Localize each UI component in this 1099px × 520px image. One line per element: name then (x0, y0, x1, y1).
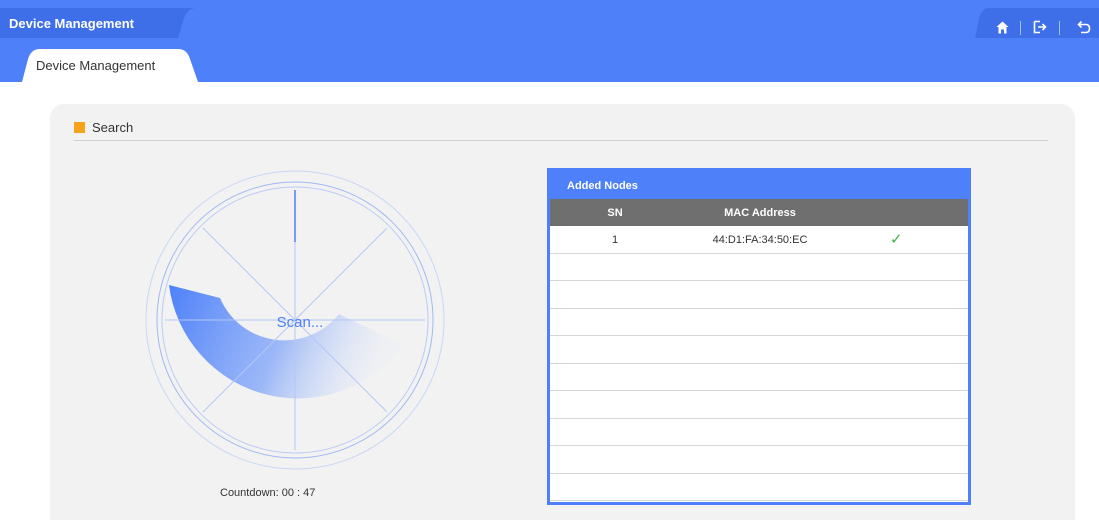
exit-icon[interactable] (1029, 16, 1051, 38)
added-nodes-table: Added Nodes SN MAC Address 1 44:D1:FA:34… (547, 168, 971, 505)
table-row (550, 364, 968, 391)
top-bar: Device Management Device Management (0, 0, 1099, 82)
table-header: SN MAC Address (550, 199, 968, 226)
table-row (550, 254, 968, 281)
table-row (550, 309, 968, 336)
section-divider (74, 140, 1048, 141)
top-right-toolbar (975, 8, 1099, 38)
table-row (550, 281, 968, 309)
tab-device-management[interactable]: Device Management (22, 49, 198, 82)
table-row (550, 474, 968, 501)
scan-status: Scan... (276, 314, 324, 331)
table-body: 1 44:D1:FA:34:50:EC ✓ (550, 226, 968, 501)
section-marker-icon (74, 121, 85, 133)
toolbar-divider (1020, 21, 1021, 35)
back-icon[interactable] (1073, 16, 1095, 38)
table-row (550, 391, 968, 419)
cell-sn: 1 (611, 234, 619, 246)
table-row (550, 419, 968, 446)
countdown-timer: Countdown: 00 : 47 (220, 487, 316, 499)
cell-mac-address: 44:D1:FA:34:50:EC (712, 234, 808, 246)
section-title: Search (92, 119, 134, 135)
home-icon[interactable] (991, 16, 1013, 38)
table-row[interactable]: 1 44:D1:FA:34:50:EC ✓ (550, 226, 968, 254)
table-row (550, 446, 968, 474)
column-header-mac-address: MAC Address (724, 207, 796, 219)
table-row (550, 336, 968, 364)
tab-label: Device Management (36, 58, 156, 73)
added-nodes-title: Added Nodes (550, 171, 968, 199)
app-title: Device Management (9, 16, 134, 31)
toolbar-divider (1059, 21, 1060, 35)
app: Device Management Device Management Sear… (0, 0, 1099, 520)
column-header-sn: SN (607, 207, 623, 219)
check-icon: ✓ (890, 231, 903, 248)
section-header: Search (74, 119, 133, 135)
search-panel: Search Scan... Countdown: 00: 47 Added … (50, 104, 1075, 520)
